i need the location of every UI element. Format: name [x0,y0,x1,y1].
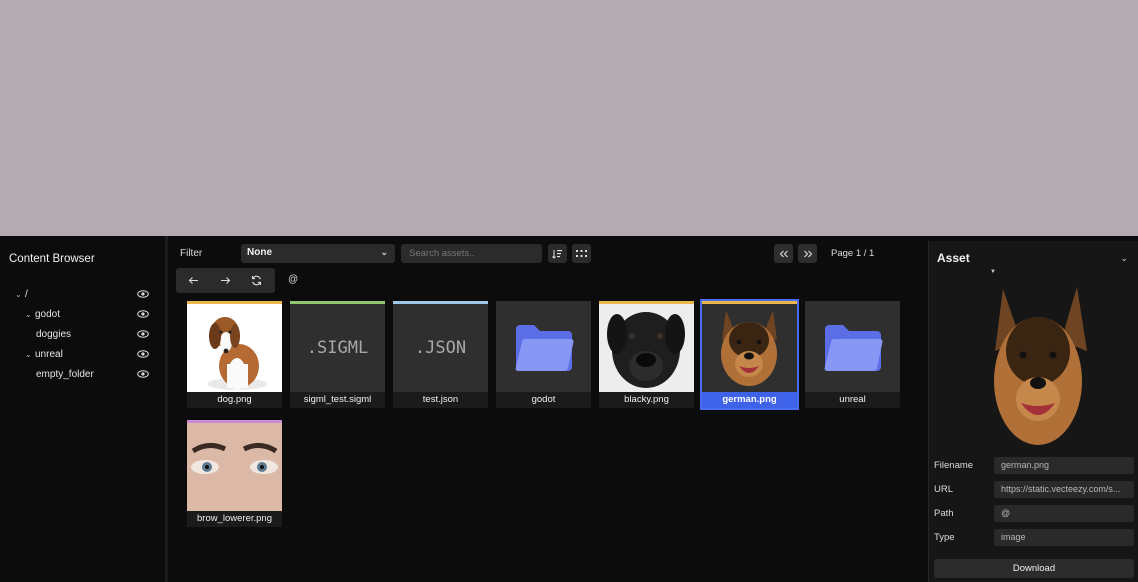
tree-item-godot[interactable]: ⌄ godot [25,306,60,322]
sidebar-title: Content Browser [9,253,95,265]
sidebar: Content Browser ⌄ / ⌄ godot doggies ⌄ un… [0,236,168,582]
asset-thumbnail [187,423,282,511]
asset-thumbnail: .SIGML [290,304,385,392]
type-field[interactable]: image [994,529,1134,546]
asset-thumbnail [599,304,694,392]
asset-tile-folder-unreal[interactable]: unreal [805,301,900,408]
tree-item-label: empty_folder [36,368,94,380]
forward-button[interactable] [214,272,236,289]
tree-item-doggies[interactable]: doggies [36,326,71,342]
asset-name: godot [496,392,591,408]
search-input[interactable] [401,244,542,263]
asset-browser: Filter None ⌄ Page 1 / 1 [171,236,923,582]
asset-tile-sigml[interactable]: .SIGML sigml_test.sigml [290,301,385,408]
file-extension-label: .SIGML [306,338,369,358]
refresh-button[interactable] [245,272,267,289]
asset-name: unreal [805,392,900,408]
content-browser-panel: Content Browser ⌄ / ⌄ godot doggies ⌄ un… [0,236,1138,582]
download-button[interactable]: Download [934,559,1134,578]
asset-tile-json[interactable]: .JSON test.json [393,301,488,408]
asset-name: sigml_test.sigml [290,392,385,408]
visibility-eye-icon[interactable] [137,350,149,358]
navigation-group [176,268,275,293]
grid-icon [576,249,587,257]
tree-item-label: godot [35,308,61,320]
type-label: Type [934,532,955,543]
page-indicator: Page 1 / 1 [831,248,875,259]
asset-tile-dog[interactable]: dog.png [187,301,282,408]
tree-item-label: / [25,288,28,300]
chevrons-right-icon [803,250,812,257]
visibility-eye-icon[interactable] [137,330,149,338]
filter-select[interactable]: None ⌄ [241,244,395,263]
refresh-icon [251,275,261,286]
asset-thumbnail [187,304,282,392]
url-label: URL [934,484,954,495]
filename-label: Filename [934,460,974,471]
chevrons-left-icon [779,250,788,257]
sort-button[interactable] [548,244,567,263]
chevron-down-icon: ⌄ [380,247,388,257]
beagle-image [207,317,267,390]
chevron-down-icon[interactable]: ⌄ [25,350,35,359]
arrow-right-icon [220,277,230,284]
sort-icon [552,249,562,259]
back-button[interactable] [182,272,204,289]
chevron-down-icon[interactable]: ⌄ [15,290,25,299]
filter-select-value: None [247,247,272,258]
scene-viewport[interactable] [0,0,1138,236]
asset-name: test.json [393,392,488,408]
path-label: Path [934,508,954,519]
filename-field[interactable]: german.png [994,457,1134,474]
grid-view-button[interactable] [572,244,591,263]
folder-icon [515,325,573,371]
folder-icon [824,325,882,371]
url-field[interactable]: https://static.vecteezy.com/s... [994,481,1134,498]
path-field[interactable]: @ [994,505,1134,522]
asset-details-panel: Asset ⌄ ▼ Filename german.png URL https:… [928,241,1138,582]
asset-thumbnail: .JSON [393,304,488,392]
german-shepherd-image [721,310,777,386]
visibility-eye-icon[interactable] [137,290,149,298]
tree-item-label: unreal [35,348,63,360]
asset-name: blacky.png [599,392,694,408]
prev-page-button[interactable] [774,244,793,263]
asset-name: brow_lowerer.png [187,511,282,527]
file-extension-label: .JSON [414,338,467,358]
asset-tile-blacky[interactable]: blacky.png [599,301,694,408]
asset-tile-folder-godot[interactable]: godot [496,301,591,408]
caret-down-icon: ▼ [990,269,996,275]
asset-thumbnail [496,304,591,392]
next-page-button[interactable] [798,244,817,263]
tree-item-empty-folder[interactable]: empty_folder [36,366,94,382]
current-path: @ [288,274,299,285]
asset-thumbnail [805,304,900,392]
tree-item-label: doggies [36,328,72,340]
tree-item-root[interactable]: ⌄ / [15,286,28,302]
arrow-left-icon [188,277,198,284]
visibility-eye-icon[interactable] [137,370,149,378]
asset-name: dog.png [187,392,282,408]
face-brows-image [187,423,282,511]
details-title: Asset [937,251,970,265]
asset-name: german.png [702,392,797,408]
asset-tile-brow-lowerer[interactable]: brow_lowerer.png [187,420,282,527]
filter-label: Filter [180,248,203,259]
chevron-down-icon[interactable]: ⌄ [1120,253,1128,264]
black-dog-image [607,312,685,388]
asset-preview-image [994,287,1087,445]
visibility-eye-icon[interactable] [137,310,149,318]
asset-tile-german[interactable]: german.png [700,299,799,410]
chevron-down-icon[interactable]: ⌄ [25,310,35,319]
tree-item-unreal[interactable]: ⌄ unreal [25,346,63,362]
asset-thumbnail [702,304,797,392]
